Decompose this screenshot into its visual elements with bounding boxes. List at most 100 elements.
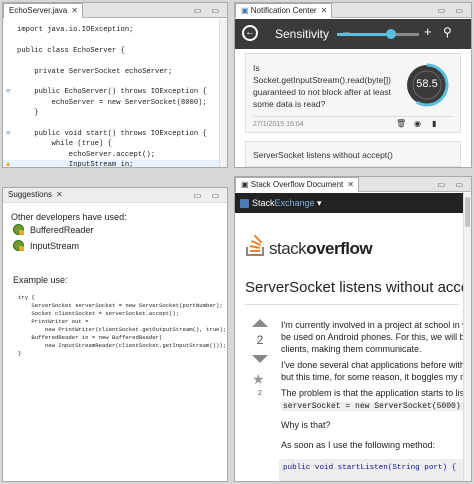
score-value: 58.5: [416, 78, 438, 90]
tab-label: Stack Overflow Document: [250, 180, 344, 189]
code-line[interactable]: import java.io.IOException;: [17, 25, 133, 35]
delete-icon[interactable]: 🗑: [396, 118, 406, 130]
so-scroll-thumb[interactable]: [465, 197, 470, 227]
code-line[interactable]: public class EchoServer {: [17, 46, 125, 56]
tab-label: EchoServer.java: [9, 6, 68, 15]
close-icon[interactable]: ✕: [347, 180, 354, 189]
logo-text-stack: stack: [269, 239, 307, 258]
sensitivity-bar: ← Sensitivity – + ⚲: [235, 19, 471, 49]
sensitivity-label: Sensitivity: [275, 27, 330, 41]
notification-tabbar: ▣ Notification Center ✕ ▭ ▭: [235, 3, 471, 18]
inline-code: serverSocket = new ServerSocket(5000): [281, 402, 463, 411]
example-code-line: Socket clientSocket = serverSocket.accep…: [18, 310, 180, 317]
eye-icon[interactable]: ◉: [414, 118, 421, 130]
question-line: As soon as I use the following method:: [281, 440, 436, 450]
tab-notification-center[interactable]: ▣ Notification Center ✕: [235, 3, 333, 18]
class-icon: [13, 240, 24, 251]
code-line[interactable]: private ServerSocket echoServer;: [17, 67, 172, 77]
title-divider: [245, 304, 459, 305]
code-line[interactable]: while (true) {: [17, 139, 112, 149]
example-code-line: BufferedReader in = new BufferedReader(: [18, 334, 163, 341]
code-block-text: public void startListen(String port) {: [283, 464, 457, 472]
tab-label: Notification Center: [250, 6, 317, 15]
suggestion-label: BufferedReader: [30, 224, 94, 235]
sensitivity-plus: +: [424, 24, 432, 39]
so-page[interactable]: stackoverflow ServerSocket listens witho…: [235, 213, 471, 481]
notification-card-1[interactable]: Is Socket.getInputStream().read(byte[]) …: [245, 53, 461, 133]
question-line: I've done several chat applications befo…: [281, 360, 472, 370]
code-line[interactable]: InputStream in;: [3, 160, 219, 167]
fold-icon[interactable]: ⊖: [6, 131, 12, 138]
tab-icon: ▣: [241, 6, 251, 15]
code-line[interactable]: echoServer.accept();: [17, 150, 155, 160]
tab-icon: ▣: [241, 180, 251, 189]
example-code-line: try {: [18, 294, 35, 301]
stackoverflow-pane: ▣ Stack Overflow Document ✕ ▭ ▭ StackExch…: [234, 176, 472, 482]
fold-icon[interactable]: ⊖: [6, 89, 12, 96]
code-line[interactable]: public void start() throws IOException {: [17, 129, 207, 139]
window-buttons[interactable]: ▭ ▭: [194, 191, 223, 200]
notification-card-2[interactable]: ServerSocket listens without accept(): [245, 141, 461, 167]
stackexchange-bar: StackExchange ▾: [235, 193, 463, 213]
close-icon[interactable]: ✕: [71, 6, 78, 15]
sensitivity-minus: –: [343, 25, 350, 39]
window-buttons[interactable]: ▭ ▭: [438, 6, 467, 15]
editor-pane: EchoServer.java ✕ ▭ ▭ import java.io.IOEx…: [2, 2, 228, 168]
upvote-icon[interactable]: [252, 319, 268, 327]
suggestion-label: InputStream: [30, 240, 80, 251]
code-editor[interactable]: import java.io.IOException; public class …: [3, 19, 219, 167]
bookmark-icon[interactable]: ▮: [432, 118, 436, 130]
card-text: Is Socket.getInputStream().read(byte[]) …: [253, 63, 391, 109]
example-code-line: ServerSocket serverSocket = new ServerSo…: [18, 302, 223, 309]
stackoverflow-tabbar: ▣ Stack Overflow Document ✕ ▭ ▭: [235, 177, 471, 192]
tab-echoserver[interactable]: EchoServer.java ✕: [3, 3, 83, 18]
vote-count: 2: [256, 333, 264, 347]
close-icon[interactable]: ✕: [321, 6, 328, 15]
network-prefix: Stack: [252, 198, 275, 208]
network-link[interactable]: StackExchange ▾: [252, 198, 322, 209]
tab-stackoverflow-document[interactable]: ▣ Stack Overflow Document ✕: [235, 177, 359, 192]
question-title[interactable]: ServerSocket listens without accep: [245, 279, 471, 296]
code-line[interactable]: public EchoServer() throws IOException {: [17, 87, 207, 97]
example-code: try { ServerSocket serverSocket = new Se…: [18, 294, 226, 358]
logo-text: stackoverflow: [269, 239, 373, 259]
network-suffix: Exchange: [274, 198, 315, 208]
window-buttons[interactable]: ▭ ▭: [438, 180, 467, 189]
score-gauge: 58.5: [402, 60, 452, 110]
suggestions-heading: Other developers have used:: [11, 212, 127, 222]
code-line[interactable]: echoServer = new ServerSocket(8000);: [17, 98, 207, 108]
so-scrollbar[interactable]: [463, 193, 471, 481]
example-code-line: }: [18, 350, 22, 357]
close-icon[interactable]: ✕: [56, 190, 63, 199]
warning-icon[interactable]: ▲: [6, 162, 12, 167]
example-code-line: PrintWriter out =: [18, 318, 89, 325]
card-date: 27/1/2015 16:04: [253, 116, 453, 131]
code-line[interactable]: }: [17, 108, 38, 118]
window-buttons[interactable]: ▭ ▭: [194, 6, 223, 15]
notification-pane: ▣ Notification Center ✕ ▭ ▭ ← Sensitivity…: [234, 2, 472, 168]
search-icon[interactable]: ⚲: [443, 25, 452, 39]
question-line: I'm currently involved in a project at s…: [281, 320, 469, 330]
stackoverflow-logo-icon: [246, 234, 264, 256]
card-text: ServerSocket listens without accept(): [253, 150, 393, 160]
suggestion-item[interactable]: BufferedReader: [13, 224, 93, 235]
suggestion-item[interactable]: InputStream: [13, 240, 79, 251]
question-line: Why is that?: [281, 420, 331, 430]
slider-fill: [337, 33, 392, 36]
tab-suggestions[interactable]: Suggestions ✕: [3, 188, 67, 203]
example-label: Example use:: [13, 275, 68, 285]
question-line: clients, making them communicate.: [281, 344, 422, 354]
tab-label: Suggestions: [8, 190, 53, 199]
downvote-icon[interactable]: [252, 355, 268, 363]
slider-knob[interactable]: [386, 29, 397, 39]
code-block: public void startListen(String port) {: [279, 459, 463, 481]
question-line: The problem is that the application star…: [281, 388, 472, 398]
question-line-code: serverSocket = new ServerSocket(5000), a…: [281, 399, 471, 413]
sensitivity-slider[interactable]: [337, 29, 419, 39]
editor-scrollbar[interactable]: [219, 19, 227, 167]
question-line: but this time, for some reason, it boggl…: [281, 372, 468, 382]
example-code-line: new PrintWriter(clientSocket.getOutputSt…: [18, 326, 227, 333]
favorite-star-icon[interactable]: ★: [252, 371, 265, 388]
class-icon: [13, 224, 24, 235]
back-icon[interactable]: ←: [242, 25, 258, 41]
